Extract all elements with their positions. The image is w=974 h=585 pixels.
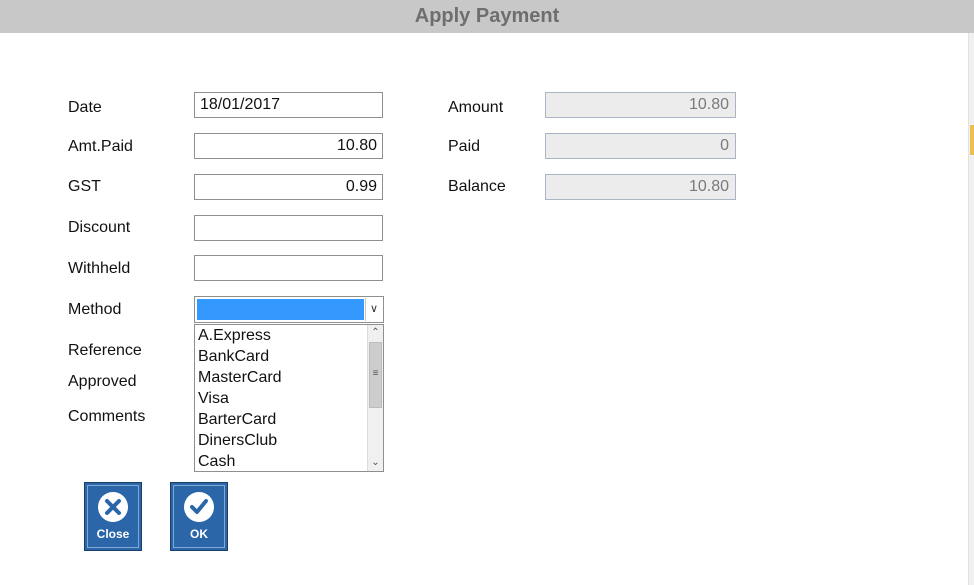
edge-marker [970, 125, 974, 155]
method-selected-value[interactable] [197, 299, 364, 320]
scroll-up-icon[interactable]: ⌃ [368, 325, 383, 341]
method-option-dinersclub[interactable]: DinersClub [198, 430, 277, 451]
scroll-down-icon[interactable]: ⌄ [368, 455, 383, 471]
withheld-field[interactable] [194, 255, 383, 281]
withheld-label: Withheld [68, 260, 131, 277]
close-button-label: Close [96, 527, 130, 541]
discount-field[interactable] [194, 215, 383, 241]
approved-label: Approved [68, 373, 137, 390]
method-option-mastercard[interactable]: MasterCard [198, 367, 282, 388]
method-option-bartercard[interactable]: BarterCard [198, 409, 276, 430]
paid-field: 0 [545, 133, 736, 159]
amount-field: 10.80 [545, 92, 736, 118]
date-label: Date [68, 99, 102, 116]
ok-button[interactable]: OK [170, 482, 228, 551]
scroll-thumb[interactable]: ≡ [369, 342, 382, 408]
window-edge [968, 33, 974, 585]
date-field[interactable]: 18/01/2017 [194, 92, 383, 118]
balance-field: 10.80 [545, 174, 736, 200]
window-title: Apply Payment [0, 0, 974, 33]
paid-label: Paid [448, 138, 481, 155]
method-dropdown-list[interactable]: A.Express BankCard MasterCard Visa Barte… [194, 324, 384, 472]
method-label: Method [68, 301, 122, 318]
reference-label: Reference [68, 342, 142, 359]
ok-button-label: OK [190, 527, 208, 541]
amt-paid-label: Amt.Paid [68, 138, 133, 155]
comments-label: Comments [68, 408, 146, 425]
close-button[interactable]: Close [84, 482, 142, 551]
method-option-amex[interactable]: A.Express [198, 325, 271, 346]
dropdown-scrollbar[interactable]: ⌃ ≡ ⌄ [367, 325, 383, 471]
method-option-cash[interactable]: Cash [198, 451, 235, 471]
method-option-bankcard[interactable]: BankCard [198, 346, 269, 367]
gst-field[interactable]: 0.99 [194, 174, 383, 200]
discount-label: Discount [68, 219, 131, 236]
amt-paid-field[interactable]: 10.80 [194, 133, 383, 159]
balance-label: Balance [448, 178, 506, 195]
chevron-down-icon[interactable]: ∨ [365, 298, 382, 321]
amount-label: Amount [448, 99, 504, 116]
close-circle-icon [98, 492, 128, 522]
method-option-visa[interactable]: Visa [198, 388, 229, 409]
method-combo[interactable]: ∨ [194, 296, 384, 323]
check-circle-icon [184, 492, 214, 522]
gst-label: GST [68, 178, 101, 195]
